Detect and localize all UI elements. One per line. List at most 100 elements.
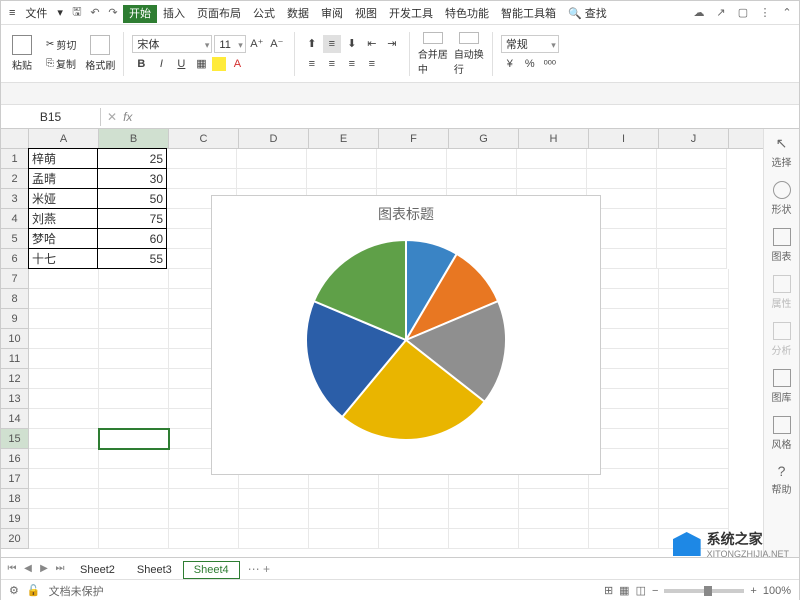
- file-menu[interactable]: 文件: [21, 3, 51, 23]
- cell[interactable]: [659, 469, 729, 489]
- cut-button[interactable]: ✂ 剪切: [43, 36, 79, 53]
- zoom-in-button[interactable]: +: [750, 585, 756, 597]
- cell[interactable]: 50: [97, 188, 167, 209]
- cell[interactable]: [307, 169, 377, 189]
- row-header[interactable]: 7: [1, 269, 29, 289]
- cell[interactable]: [309, 489, 379, 509]
- increase-font-button[interactable]: A⁺: [248, 35, 266, 53]
- column-header[interactable]: H: [519, 129, 589, 148]
- ribbon-tab-1[interactable]: 插入: [157, 5, 191, 23]
- ribbon-tab-6[interactable]: 视图: [349, 5, 383, 23]
- column-header[interactable]: F: [379, 129, 449, 148]
- column-header[interactable]: D: [239, 129, 309, 148]
- cell[interactable]: [309, 529, 379, 549]
- spreadsheet-grid[interactable]: ABCDEFGHIJ 1梓萌252孟晴303米娅504刘燕755梦哈606十七5…: [1, 129, 763, 557]
- cell[interactable]: [29, 469, 99, 489]
- cell[interactable]: [659, 309, 729, 329]
- fx-icon[interactable]: fx: [123, 110, 132, 124]
- cell[interactable]: [659, 349, 729, 369]
- indent-increase-button[interactable]: ⇥: [383, 35, 401, 53]
- cell[interactable]: [29, 289, 99, 309]
- cell[interactable]: [587, 149, 657, 169]
- copy-button[interactable]: ⎘ 复制: [43, 55, 79, 72]
- collapse-icon[interactable]: ⌃: [779, 5, 795, 21]
- comma-button[interactable]: ᵒᵒᵒ: [541, 55, 559, 73]
- cell[interactable]: [449, 529, 519, 549]
- cell[interactable]: 25: [97, 148, 167, 169]
- chart-object[interactable]: 图表标题: [211, 195, 601, 475]
- cell[interactable]: [659, 369, 729, 389]
- cell[interactable]: [99, 529, 169, 549]
- cell[interactable]: [29, 509, 99, 529]
- cell[interactable]: [657, 189, 727, 209]
- cell[interactable]: [519, 489, 589, 509]
- lock-icon[interactable]: 🔓: [27, 584, 41, 597]
- row-header[interactable]: 13: [1, 389, 29, 409]
- wrap-text-button[interactable]: 自动换行: [454, 32, 484, 76]
- row-header[interactable]: 1: [1, 149, 29, 169]
- cell[interactable]: [29, 429, 99, 449]
- settings-icon[interactable]: ⚙: [9, 584, 19, 597]
- cell[interactable]: [377, 149, 447, 169]
- cell[interactable]: [377, 169, 447, 189]
- cell[interactable]: 十七: [28, 248, 98, 269]
- cell[interactable]: [99, 489, 169, 509]
- ribbon-tab-0[interactable]: 开始: [123, 5, 157, 23]
- font-color-button[interactable]: A: [228, 55, 246, 73]
- cell[interactable]: [659, 389, 729, 409]
- cell[interactable]: [449, 509, 519, 529]
- cell[interactable]: [169, 489, 239, 509]
- row-header[interactable]: 5: [1, 229, 29, 249]
- cell[interactable]: [99, 469, 169, 489]
- search-menu[interactable]: 🔍 查找: [564, 3, 611, 23]
- formula-input[interactable]: [138, 109, 793, 124]
- cell[interactable]: [657, 209, 727, 229]
- cell[interactable]: [29, 349, 99, 369]
- cell[interactable]: [99, 349, 169, 369]
- cell[interactable]: [99, 389, 169, 409]
- more-icon[interactable]: ⋮: [757, 5, 773, 21]
- panel-style[interactable]: 风格: [772, 416, 792, 451]
- cell[interactable]: [589, 509, 659, 529]
- cell[interactable]: 刘燕: [28, 208, 98, 229]
- cell[interactable]: [169, 529, 239, 549]
- decrease-font-button[interactable]: A⁻: [268, 35, 286, 53]
- cell[interactable]: [99, 509, 169, 529]
- row-header[interactable]: 6: [1, 249, 29, 269]
- align-right-button[interactable]: ≡: [343, 55, 361, 73]
- row-header[interactable]: 2: [1, 169, 29, 189]
- dropdown-icon[interactable]: ▾: [53, 4, 67, 21]
- row-header[interactable]: 17: [1, 469, 29, 489]
- cell[interactable]: [449, 489, 519, 509]
- cell[interactable]: [29, 269, 99, 289]
- cell[interactable]: [447, 169, 517, 189]
- panel-gallery[interactable]: 图库: [772, 369, 792, 404]
- cell[interactable]: [659, 429, 729, 449]
- row-header[interactable]: 12: [1, 369, 29, 389]
- align-bottom-button[interactable]: ⬇: [343, 35, 361, 53]
- cell[interactable]: [657, 149, 727, 169]
- undo-icon[interactable]: ↶: [87, 5, 103, 21]
- format-painter-button[interactable]: 格式刷: [85, 32, 115, 76]
- row-header[interactable]: 11: [1, 349, 29, 369]
- row-header[interactable]: 19: [1, 509, 29, 529]
- cell[interactable]: [239, 489, 309, 509]
- ribbon-tab-5[interactable]: 审阅: [315, 5, 349, 23]
- panel-select[interactable]: ↖选择: [772, 135, 792, 169]
- add-sheet-button[interactable]: ⋯ +: [242, 560, 276, 578]
- cell[interactable]: [29, 309, 99, 329]
- redo-icon[interactable]: ↷: [105, 5, 121, 21]
- italic-button[interactable]: I: [152, 55, 170, 73]
- cell[interactable]: 孟晴: [28, 168, 98, 189]
- zoom-level[interactable]: 100%: [763, 585, 791, 597]
- row-header[interactable]: 20: [1, 529, 29, 549]
- cell[interactable]: [309, 509, 379, 529]
- row-header[interactable]: 8: [1, 289, 29, 309]
- ribbon-tab-2[interactable]: 页面布局: [191, 5, 247, 23]
- cell[interactable]: [167, 169, 237, 189]
- ribbon-tab-3[interactable]: 公式: [247, 5, 281, 23]
- row-header[interactable]: 16: [1, 449, 29, 469]
- fill-color-button[interactable]: [212, 57, 226, 71]
- cell[interactable]: [29, 529, 99, 549]
- cell[interactable]: [99, 329, 169, 349]
